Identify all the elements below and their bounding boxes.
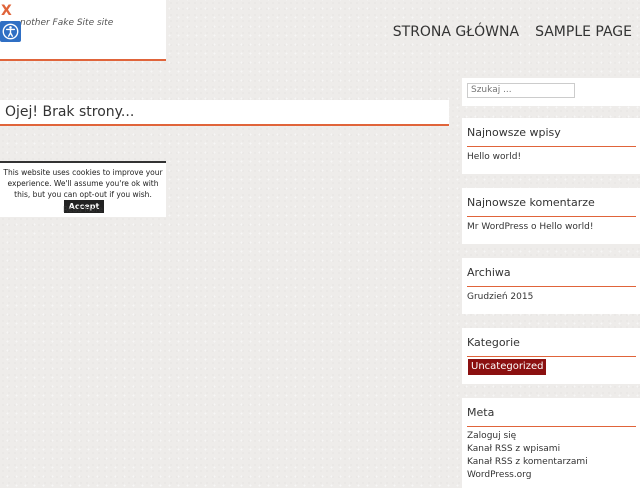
cookie-read-more-link[interactable]: Read More bbox=[0, 204, 166, 215]
site-description: nother Fake Site site bbox=[20, 18, 114, 28]
content-header: Ojej! Brak strony... bbox=[0, 100, 449, 126]
page-title: Ojej! Brak strony... bbox=[5, 104, 135, 120]
recent-post-link[interactable]: Hello world! bbox=[467, 151, 521, 164]
widget-divider bbox=[467, 286, 636, 287]
accessibility-button[interactable] bbox=[0, 21, 21, 42]
search-input[interactable] bbox=[467, 83, 575, 98]
site-title[interactable]: X bbox=[1, 3, 12, 19]
meta-widget: Meta Zaloguj się Kanał RSS z wpisami Kan… bbox=[462, 398, 640, 488]
widget-title: Najnowsze wpisy bbox=[467, 126, 561, 139]
widget-title: Kategorie bbox=[467, 336, 520, 349]
widget-divider bbox=[467, 426, 636, 427]
search-widget bbox=[462, 78, 640, 106]
site-header: X nother Fake Site site bbox=[0, 0, 166, 61]
cookie-text: This website uses cookies to improve you… bbox=[3, 168, 163, 199]
meta-link-comments-rss[interactable]: Kanał RSS z komentarzami bbox=[467, 456, 588, 469]
widget-divider bbox=[467, 356, 636, 357]
widget-title: Archiwa bbox=[467, 266, 511, 279]
category-link[interactable]: Uncategorized bbox=[467, 358, 548, 376]
recent-comment-link[interactable]: Mr WordPress o Hello world! bbox=[467, 221, 593, 234]
recent-comments-widget: Najnowsze komentarze Mr WordPress o Hell… bbox=[462, 188, 640, 244]
recent-posts-widget: Najnowsze wpisy Hello world! bbox=[462, 118, 640, 174]
accessibility-icon bbox=[2, 23, 19, 40]
widget-divider bbox=[467, 146, 636, 147]
cookie-notice: This website uses cookies to improve you… bbox=[0, 161, 166, 217]
nav-item-home[interactable]: STRONA GŁÓWNA bbox=[393, 24, 519, 40]
main-nav: STRONA GŁÓWNA SAMPLE PAGE bbox=[393, 24, 632, 40]
widget-divider bbox=[467, 216, 636, 217]
archive-link[interactable]: Grudzień 2015 bbox=[467, 291, 533, 304]
widget-title: Najnowsze komentarze bbox=[467, 196, 595, 209]
meta-link-wordpress[interactable]: WordPress.org bbox=[467, 469, 531, 482]
widget-title: Meta bbox=[467, 406, 495, 419]
archives-widget: Archiwa Grudzień 2015 bbox=[462, 258, 640, 314]
meta-link-posts-rss[interactable]: Kanał RSS z wpisami bbox=[467, 443, 560, 456]
nav-item-sample-page[interactable]: SAMPLE PAGE bbox=[535, 24, 632, 40]
meta-link-login[interactable]: Zaloguj się bbox=[467, 430, 516, 443]
